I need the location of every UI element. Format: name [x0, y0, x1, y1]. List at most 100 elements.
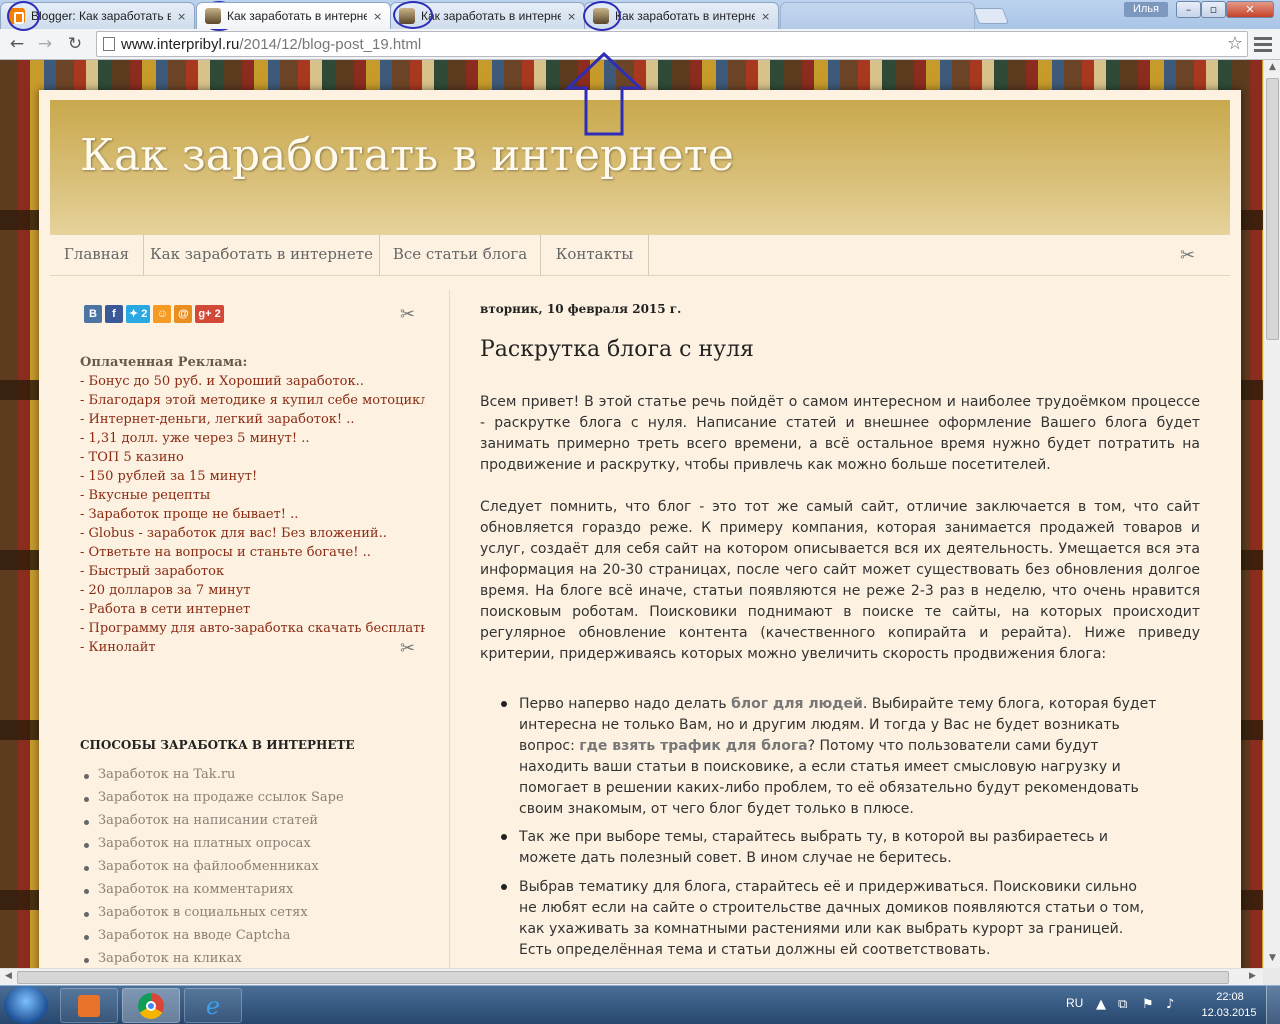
- windows-start-button[interactable]: [4, 986, 48, 1024]
- way-link[interactable]: Заработок в социальных сетях: [98, 905, 308, 920]
- vertical-scroll-thumb[interactable]: [1266, 78, 1279, 340]
- tab-title: Как заработать в интернете: [615, 9, 755, 23]
- ad-link[interactable]: - Вкусные рецепты: [80, 488, 425, 503]
- ad-link[interactable]: - Интернет-деньги, легкий заработок! ..: [80, 412, 425, 427]
- tab-close-icon[interactable]: ×: [761, 10, 770, 23]
- list-bullet: [84, 935, 89, 940]
- chrome-menu-icon[interactable]: [1254, 34, 1272, 54]
- post-paragraph-2: Следует помнить, что блог - это тот же с…: [480, 499, 1200, 662]
- scroll-down-icon[interactable]: ▼: [1264, 953, 1280, 963]
- show-desktop-button[interactable]: [1266, 986, 1280, 1024]
- tab-site-active[interactable]: Как заработать в интернете ×: [196, 2, 391, 29]
- tab-title: Blogger: Как заработать в интернете: [31, 9, 171, 23]
- list-bullet: [84, 797, 89, 802]
- inactive-tab-area: [780, 2, 975, 29]
- bookmark-star-icon[interactable]: ☆: [1227, 33, 1243, 54]
- nav-contacts[interactable]: Контакты: [541, 235, 649, 276]
- horizontal-scrollbar[interactable]: ◀ ▶: [0, 968, 1263, 985]
- tab-close-icon[interactable]: ×: [373, 10, 382, 23]
- edit-wrench-icon[interactable]: ✂: [400, 304, 415, 325]
- scrollbar-corner: [1263, 968, 1280, 985]
- forward-arrow-icon[interactable]: →: [34, 33, 56, 55]
- ie-taskbar-button[interactable]: e: [184, 988, 242, 1023]
- action-center-icon[interactable]: ⚑: [1142, 997, 1154, 1012]
- way-link[interactable]: Заработок на написании статей: [98, 813, 318, 828]
- horizontal-scroll-thumb[interactable]: [17, 971, 1229, 984]
- list-bullet: [501, 701, 507, 707]
- ad-link[interactable]: - Ответьте на вопросы и станьте богаче! …: [80, 545, 425, 560]
- mailru-share-button[interactable]: @: [174, 305, 193, 323]
- ad-link[interactable]: - Globus - заработок для вас! Без вложен…: [80, 526, 425, 541]
- volume-icon[interactable]: ♪: [1166, 997, 1174, 1012]
- edit-wrench-icon[interactable]: ✂: [1180, 245, 1195, 266]
- googleplus-share-button[interactable]: g+ 2: [195, 305, 224, 323]
- new-tab-button[interactable]: [973, 8, 1009, 24]
- way-link[interactable]: Заработок на продаже ссылок Sape: [98, 790, 344, 805]
- list-bullet: [501, 834, 507, 840]
- profile-badge[interactable]: Илья: [1124, 2, 1168, 17]
- vertical-scrollbar[interactable]: ▲ ▼: [1263, 60, 1280, 968]
- post-title[interactable]: Раскрутка блога с нуля: [480, 337, 754, 362]
- ad-link[interactable]: - 150 рублей за 15 минут!: [80, 469, 425, 484]
- ad-link[interactable]: - 20 долларов за 7 минут: [80, 583, 425, 598]
- chrome-taskbar-button[interactable]: [122, 988, 180, 1023]
- ad-link[interactable]: - ТОП 5 казино: [80, 450, 425, 465]
- post-paragraph-1: Всем привет! В этой статье речь пойдёт о…: [480, 394, 1200, 473]
- language-indicator[interactable]: RU: [1066, 996, 1083, 1010]
- ad-link[interactable]: - Программу для авто-заработка скачать б…: [80, 621, 425, 636]
- way-link[interactable]: Заработок на платных опросах: [98, 836, 311, 851]
- way-link[interactable]: Заработок на файлообменниках: [98, 859, 319, 874]
- twitter-share-button[interactable]: ✦ 2: [126, 305, 151, 323]
- tab-close-icon[interactable]: ×: [567, 10, 576, 23]
- close-window-button[interactable]: ✕: [1226, 1, 1274, 18]
- way-link[interactable]: Заработок на Tak.ru: [98, 767, 235, 782]
- vk-share-button[interactable]: B: [84, 305, 102, 323]
- nav-earn-online[interactable]: Как заработать в интернете: [144, 235, 380, 276]
- facebook-share-button[interactable]: f: [105, 305, 123, 323]
- li1-text-a: Перво наперво надо делать: [519, 696, 732, 712]
- ad-link[interactable]: - Кинолайт: [80, 640, 425, 655]
- list-item-1: Перво наперво надо делать блог для людей…: [519, 694, 1159, 820]
- address-bar[interactable]: www.interpribyl.ru/2014/12/blog-post_19.…: [96, 31, 1248, 57]
- chrome-icon: [138, 993, 164, 1019]
- way-link[interactable]: Заработок на вводе Captcha: [98, 928, 290, 943]
- url-text[interactable]: www.interpribyl.ru/2014/12/blog-post_19.…: [121, 36, 421, 53]
- list-bullet: [84, 774, 89, 779]
- site-icon: [205, 8, 221, 24]
- reload-icon[interactable]: ↻: [64, 33, 86, 55]
- ad-link[interactable]: - Бонус до 50 руб. и Хороший заработок..: [80, 374, 425, 389]
- tab-title: Как заработать в интернете: [421, 9, 561, 23]
- ad-link[interactable]: - 1,31 долл. уже через 5 минут! ..: [80, 431, 425, 446]
- ad-link[interactable]: - Работа в сети интернет: [80, 602, 425, 617]
- way-link[interactable]: Заработок на комментариях: [98, 882, 293, 897]
- clock-date[interactable]: 12.03.2015: [1196, 1007, 1262, 1019]
- media-player-taskbar-button[interactable]: [60, 988, 118, 1023]
- ways-heading: СПОСОБЫ ЗАРАБОТКА В ИНТЕРНЕТЕ: [80, 738, 355, 752]
- nav-home[interactable]: Главная: [50, 235, 144, 276]
- maximize-button[interactable]: ▫: [1201, 1, 1226, 18]
- nav-all-articles[interactable]: Все статьи блога: [380, 235, 541, 276]
- minimize-button[interactable]: –: [1176, 1, 1201, 18]
- blog-nav: Главная Как заработать в интернете Все с…: [50, 235, 1230, 276]
- blog-for-people-link[interactable]: блог для людей: [731, 696, 863, 712]
- tray-expand-icon[interactable]: ▲: [1096, 997, 1106, 1012]
- edit-wrench-icon[interactable]: ✂: [400, 638, 415, 659]
- odnoklassniki-share-button[interactable]: ☺: [153, 305, 172, 323]
- scroll-up-icon[interactable]: ▲: [1264, 62, 1280, 72]
- ad-link[interactable]: - Быстрый заработок: [80, 564, 425, 579]
- scroll-left-icon[interactable]: ◀: [0, 971, 17, 981]
- ad-link[interactable]: - Благодаря этой методике я купил себе м…: [80, 393, 425, 408]
- annotation-circle: [583, 1, 621, 31]
- clock-time[interactable]: 22:08: [1200, 991, 1260, 1003]
- scroll-right-icon[interactable]: ▶: [1244, 971, 1261, 981]
- ad-link[interactable]: - Заработок проще не бывает! ..: [80, 507, 425, 522]
- network-icon[interactable]: ⧉: [1118, 997, 1127, 1012]
- traffic-link[interactable]: где взять трафик для блога: [579, 738, 807, 754]
- back-arrow-icon[interactable]: ←: [6, 33, 28, 55]
- page-viewport: Как заработать в интернете Главная Как з…: [0, 60, 1263, 968]
- way-link[interactable]: Заработок на кликах: [98, 951, 242, 966]
- annotation-circle: [393, 1, 433, 29]
- blog-content: Как заработать в интернете Главная Как з…: [39, 90, 1241, 968]
- list-bullet: [84, 843, 89, 848]
- tab-close-icon[interactable]: ×: [177, 10, 186, 23]
